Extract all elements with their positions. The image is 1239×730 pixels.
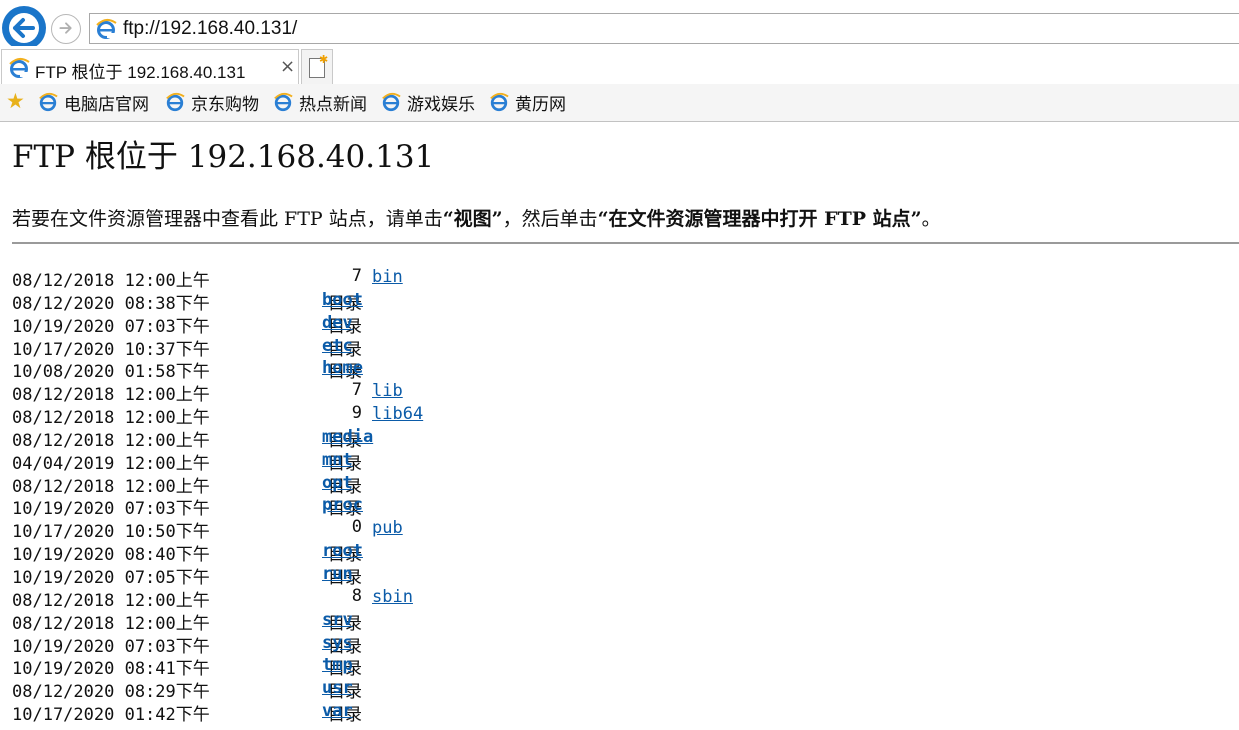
directory-link[interactable]: mnt bbox=[322, 450, 353, 470]
directory-link[interactable]: sys bbox=[322, 633, 353, 653]
instructions-emphasis: “在文件资源管理器中打开 FTP 站点” bbox=[597, 208, 922, 230]
favorite-item-1[interactable]: 京东购物 bbox=[165, 89, 259, 115]
entry-date: 10/17/2020 01:42下午 bbox=[12, 705, 210, 726]
close-icon[interactable]: × bbox=[280, 56, 295, 77]
entry-date: 08/12/2018 12:00上午 bbox=[12, 271, 210, 291]
ie-page-icon bbox=[274, 92, 293, 112]
forward-button[interactable] bbox=[51, 14, 81, 44]
entry-date: 08/12/2018 12:00上午 bbox=[12, 613, 210, 634]
entry-size: 9 bbox=[351, 403, 362, 424]
directory-link[interactable]: home bbox=[322, 358, 363, 378]
address-bar-row: ftp://192.168.40.131/ bbox=[0, 0, 1239, 50]
directory-link[interactable]: dev bbox=[322, 313, 353, 333]
entry-date: 10/08/2020 01:58下午 bbox=[12, 362, 210, 383]
entry-size: 8 bbox=[351, 585, 362, 606]
instructions-part: ，然后单击 bbox=[502, 208, 598, 230]
tab-title: FTP 根位于 192.168.40.131 bbox=[35, 63, 246, 82]
entry-date: 04/04/2019 12:00上午 bbox=[12, 453, 210, 474]
divider bbox=[12, 242, 1239, 244]
ie-page-icon bbox=[382, 92, 401, 112]
entry-date: 08/12/2020 08:29下午 bbox=[12, 682, 210, 703]
favorites-bar: ★ 电脑店官网 京东购物 热点新闻 游戏娱乐 黄历网 bbox=[0, 84, 1239, 122]
new-tab-button[interactable]: ✱ bbox=[301, 49, 333, 84]
entry-size: 7 bbox=[351, 266, 362, 286]
entry-date: 08/12/2020 08:38下午 bbox=[12, 293, 210, 314]
directory-link[interactable]: run bbox=[322, 564, 353, 584]
directory-link[interactable]: srv bbox=[322, 610, 353, 630]
favorite-item-0[interactable]: 电脑店官网 bbox=[38, 89, 149, 115]
entry-date: 10/19/2020 08:40下午 bbox=[12, 545, 210, 566]
entry-date: 10/19/2020 08:41下午 bbox=[12, 659, 210, 680]
entry-date: 08/12/2018 12:00上午 bbox=[12, 408, 210, 429]
tab-active[interactable]: FTP 根位于 192.168.40.131 × bbox=[1, 49, 299, 84]
sparkle-icon: ✱ bbox=[319, 53, 329, 66]
entry-date: 08/12/2018 12:00上午 bbox=[12, 590, 210, 611]
entry-date: 10/19/2020 07:05下午 bbox=[12, 567, 210, 588]
instructions-emphasis: “视图” bbox=[442, 208, 503, 230]
directory-link[interactable]: usr bbox=[322, 678, 353, 698]
ie-page-icon bbox=[9, 58, 30, 78]
ie-page-icon bbox=[490, 92, 509, 112]
back-arrow-icon bbox=[9, 13, 39, 43]
entry-date: 10/17/2020 10:37下午 bbox=[12, 339, 210, 360]
tab-bar: FTP 根位于 192.168.40.131 × ✱ bbox=[0, 46, 1239, 84]
entry-size: 7 bbox=[351, 380, 362, 401]
directory-link[interactable]: boot bbox=[322, 290, 363, 310]
favorite-label: 电脑店官网 bbox=[64, 94, 149, 114]
favorite-item-4[interactable]: 黄历网 bbox=[489, 89, 566, 115]
url-text: ftp://192.168.40.131/ bbox=[123, 18, 298, 39]
entry-date: 08/12/2018 12:00上午 bbox=[12, 476, 210, 497]
address-input[interactable]: ftp://192.168.40.131/ bbox=[89, 13, 1239, 44]
ie-page-icon bbox=[39, 92, 58, 112]
directory-link[interactable]: tmp bbox=[322, 655, 353, 675]
entry-date: 08/12/2018 12:00上午 bbox=[12, 385, 210, 406]
forward-arrow-icon bbox=[59, 22, 72, 34]
directory-link[interactable]: proc bbox=[322, 495, 363, 515]
favorite-label: 黄历网 bbox=[515, 94, 566, 114]
instructions-part: 。 bbox=[921, 208, 941, 230]
favorites-star-icon[interactable]: ★ bbox=[6, 91, 25, 112]
directory-link[interactable]: media bbox=[322, 427, 373, 447]
entry-size: 0 bbox=[351, 517, 362, 538]
ie-page-icon bbox=[166, 92, 185, 112]
directory-link[interactable]: opt bbox=[322, 473, 353, 493]
file-link[interactable]: sbin bbox=[372, 587, 413, 607]
file-link[interactable]: pub bbox=[372, 518, 403, 538]
instructions-text: 若要在文件资源管理器中查看此 FTP 站点，请单击“视图”，然后单击“在文件资源… bbox=[12, 204, 941, 231]
directory-link[interactable]: root bbox=[322, 541, 363, 561]
favorite-label: 热点新闻 bbox=[299, 94, 367, 114]
favorite-item-2[interactable]: 热点新闻 bbox=[273, 89, 367, 115]
file-link[interactable]: lib64 bbox=[372, 404, 423, 424]
entry-date: 08/12/2018 12:00上午 bbox=[12, 430, 210, 451]
instructions-part: 若要在文件资源管理器中查看此 FTP 站点，请单击 bbox=[12, 208, 443, 230]
file-link[interactable]: bin bbox=[372, 267, 403, 287]
directory-link[interactable]: etc bbox=[322, 336, 353, 356]
entry-date: 10/17/2020 10:50下午 bbox=[12, 522, 210, 543]
file-link[interactable]: lib bbox=[372, 381, 403, 401]
favorite-label: 游戏娱乐 bbox=[407, 94, 475, 114]
entry-date: 10/19/2020 07:03下午 bbox=[12, 499, 210, 520]
ie-page-icon bbox=[96, 19, 117, 39]
favorite-label: 京东购物 bbox=[191, 94, 259, 114]
page-content: FTP 根位于 192.168.40.131 若要在文件资源管理器中查看此 FT… bbox=[0, 122, 1239, 730]
entry-date: 10/19/2020 07:03下午 bbox=[12, 316, 210, 337]
directory-link[interactable]: var bbox=[322, 701, 353, 721]
back-button[interactable] bbox=[2, 6, 46, 50]
favorite-item-3[interactable]: 游戏娱乐 bbox=[381, 89, 475, 115]
page-title: FTP 根位于 192.168.40.131 bbox=[12, 139, 435, 175]
entry-date: 10/19/2020 07:03下午 bbox=[12, 636, 210, 657]
